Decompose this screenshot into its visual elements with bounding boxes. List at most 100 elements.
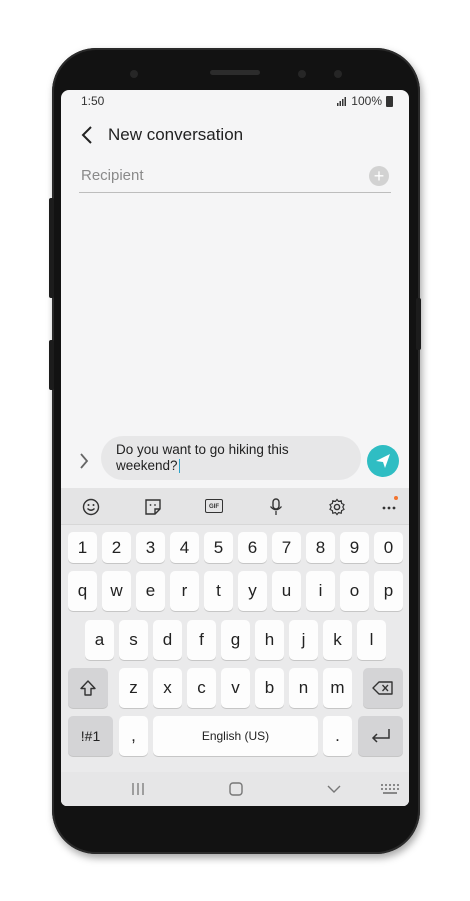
- bixby-button: [49, 340, 54, 390]
- microphone-icon[interactable]: [267, 498, 285, 516]
- key-label: d: [162, 630, 173, 649]
- add-recipient-icon[interactable]: +: [369, 166, 389, 186]
- key-label: !#1: [80, 728, 101, 744]
- key-label: y: [248, 581, 257, 600]
- key-label: 1: [77, 538, 88, 557]
- key-3[interactable]: 3: [136, 532, 165, 563]
- key-label: p: [383, 581, 394, 600]
- key-6[interactable]: 6: [238, 532, 267, 563]
- keyboard-icon[interactable]: [381, 784, 399, 794]
- key-c[interactable]: c: [187, 668, 216, 708]
- back-arrow-icon[interactable]: [81, 126, 93, 144]
- period-key[interactable]: .: [323, 716, 352, 756]
- key-label: 5: [213, 538, 224, 557]
- phone-screen: 1:50 100% New conversation + Do you want…: [61, 90, 409, 806]
- key-l[interactable]: l: [357, 620, 386, 660]
- sticker-icon[interactable]: [144, 498, 162, 516]
- symbols-key[interactable]: !#1: [68, 716, 113, 756]
- status-bar: 1:50 100%: [61, 90, 409, 110]
- power-button: [416, 298, 421, 350]
- backspace-key[interactable]: [363, 668, 403, 708]
- key-y[interactable]: y: [238, 571, 267, 611]
- battery-percent: 100%: [351, 94, 382, 108]
- keyboard-toolbar: GIF: [61, 488, 409, 525]
- comma-key[interactable]: ,: [119, 716, 148, 756]
- key-label: 2: [111, 538, 122, 557]
- key-u[interactable]: u: [272, 571, 301, 611]
- space-key[interactable]: English (US): [153, 716, 318, 756]
- key-m[interactable]: m: [323, 668, 352, 708]
- key-label: i: [318, 581, 323, 600]
- battery-icon: [386, 95, 393, 107]
- volume-button: [49, 198, 54, 298]
- key-z[interactable]: z: [119, 668, 148, 708]
- key-7[interactable]: 7: [272, 532, 301, 563]
- page-title: New conversation: [108, 125, 244, 144]
- key-j[interactable]: j: [289, 620, 318, 660]
- key-n[interactable]: n: [289, 668, 318, 708]
- key-q[interactable]: q: [68, 571, 97, 611]
- shift-key[interactable]: [68, 668, 108, 708]
- key-f[interactable]: f: [187, 620, 216, 660]
- gif-icon[interactable]: GIF: [205, 499, 223, 513]
- key-label: u: [281, 581, 292, 600]
- key-p[interactable]: p: [374, 571, 403, 611]
- key-o[interactable]: o: [340, 571, 369, 611]
- home-icon[interactable]: [229, 782, 243, 796]
- key-k[interactable]: k: [323, 620, 352, 660]
- key-label: l: [369, 630, 374, 649]
- gif-label: GIF: [209, 504, 219, 510]
- signal-icon: [337, 96, 347, 106]
- key-label: x: [163, 678, 172, 697]
- front-camera: [298, 70, 306, 78]
- key-0[interactable]: 0: [374, 532, 403, 563]
- message-input[interactable]: Do you want to go hiking this weekend?: [101, 436, 361, 480]
- text-cursor: [178, 459, 180, 474]
- key-8[interactable]: 8: [306, 532, 335, 563]
- key-e[interactable]: e: [136, 571, 165, 611]
- key-t[interactable]: t: [204, 571, 233, 611]
- recipient-input[interactable]: [79, 166, 353, 185]
- key-w[interactable]: w: [102, 571, 131, 611]
- key-a[interactable]: a: [85, 620, 114, 660]
- key-label: o: [349, 581, 360, 600]
- key-label: r: [181, 581, 188, 600]
- key-s[interactable]: s: [119, 620, 148, 660]
- proximity-sensor: [130, 70, 138, 78]
- key-label: c: [197, 678, 206, 697]
- key-x[interactable]: x: [153, 668, 182, 708]
- key-label: 3: [145, 538, 156, 557]
- key-5[interactable]: 5: [204, 532, 233, 563]
- key-label: n: [298, 678, 309, 697]
- key-4[interactable]: 4: [170, 532, 199, 563]
- more-icon[interactable]: [381, 498, 399, 516]
- key-1[interactable]: 1: [68, 532, 97, 563]
- send-button[interactable]: [367, 445, 399, 477]
- key-i[interactable]: i: [306, 571, 335, 611]
- key-label: .: [335, 726, 340, 745]
- recents-icon[interactable]: [131, 783, 145, 795]
- backspace-icon: [372, 681, 393, 695]
- key-g[interactable]: g: [221, 620, 250, 660]
- key-v[interactable]: v: [221, 668, 250, 708]
- key-label: e: [145, 581, 156, 600]
- sensor: [334, 70, 342, 78]
- expand-icon[interactable]: [79, 453, 89, 469]
- key-h[interactable]: h: [255, 620, 284, 660]
- key-d[interactable]: d: [153, 620, 182, 660]
- emoji-icon[interactable]: [82, 498, 100, 516]
- key-label: 9: [349, 538, 360, 557]
- key-2[interactable]: 2: [102, 532, 131, 563]
- key-9[interactable]: 9: [340, 532, 369, 563]
- key-label: w: [110, 581, 123, 600]
- key-label: v: [231, 678, 240, 697]
- key-label: j: [301, 630, 306, 649]
- enter-key[interactable]: [358, 716, 403, 756]
- key-b[interactable]: b: [255, 668, 284, 708]
- settings-icon[interactable]: [328, 498, 346, 516]
- key-r[interactable]: r: [170, 571, 199, 611]
- message-text[interactable]: Do you want to go hiking this weekend?: [116, 442, 346, 474]
- key-label: 7: [281, 538, 292, 557]
- back-nav-icon[interactable]: [327, 784, 341, 794]
- earpiece-speaker: [210, 70, 260, 75]
